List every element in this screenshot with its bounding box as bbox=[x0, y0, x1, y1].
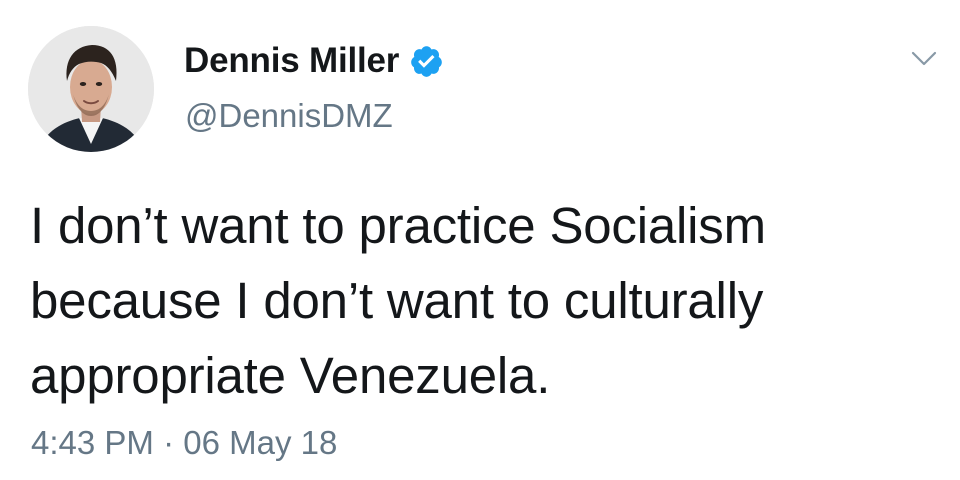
tweet-menu-button[interactable] bbox=[903, 44, 945, 74]
tweet-text: I don’t want to practice Socialism becau… bbox=[30, 197, 766, 404]
author-display-name[interactable]: Dennis Miller bbox=[184, 40, 399, 82]
author-name-row: Dennis Miller bbox=[184, 40, 444, 82]
tweet-timestamp[interactable]: 4:43 PM · 06 May 18 bbox=[31, 423, 337, 463]
chevron-down-icon bbox=[911, 51, 937, 66]
profile-photo bbox=[28, 26, 154, 152]
avatar[interactable] bbox=[28, 26, 154, 152]
author-handle[interactable]: @DennisDMZ bbox=[185, 96, 393, 136]
verified-badge-icon bbox=[409, 44, 444, 79]
tweet-card: Dennis Miller @DennisDMZ I don’t want to… bbox=[0, 0, 960, 480]
